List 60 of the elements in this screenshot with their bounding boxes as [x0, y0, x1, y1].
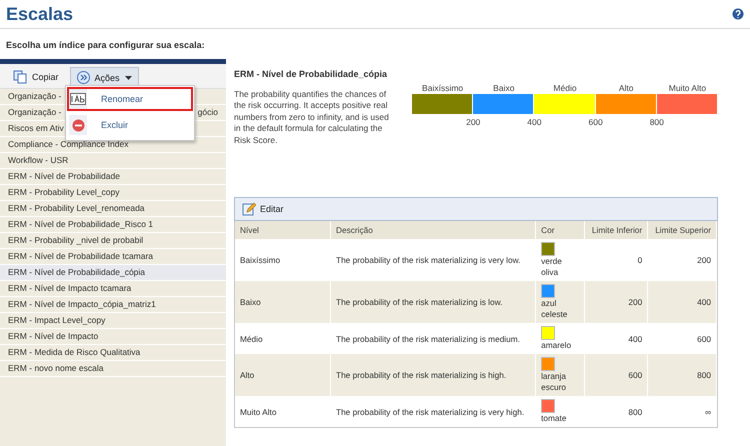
double-chevron-icon [76, 71, 90, 84]
help-icon[interactable] [732, 8, 744, 20]
page-subtitle: Escolha um índice para configurar sua escala: [5, 39, 206, 52]
scale-list-item[interactable]: ERM - Probability Level_renomeada [0, 201, 226, 217]
scale-list-item[interactable]: ERM - Probability _nivel de probabil [0, 233, 226, 249]
table-cell: 600 [584, 354, 648, 396]
scale-list-item[interactable]: ERM - Nível de Impacto tcamara [0, 281, 226, 297]
table-cell: ∞ [648, 396, 716, 427]
scale-level-label: Médio [552, 83, 578, 93]
scale-description: The probability quantifies the chances of the risk occurring. It accepts positive real numbers from zero to infinity, and is used in the default formula for calculating the Risk Score. [234, 88, 390, 146]
table-cell: 400 [648, 281, 716, 323]
scale-list-item[interactable]: ERM - novo nome escala [0, 361, 226, 377]
scale-level-label: Muito Alto [668, 83, 708, 93]
edit-button[interactable]: Editar [240, 202, 286, 216]
table-cell: The probability of the risk materializing is high. [330, 354, 536, 396]
scale-level-label: Baixo [492, 83, 516, 93]
column-header: Limite Inferior [584, 221, 648, 239]
copy-button[interactable]: Copiar [6, 67, 66, 87]
table-cell: 800 [648, 354, 716, 396]
color-name: laranja escuro [541, 371, 568, 393]
actions-button[interactable]: Ações [70, 67, 139, 87]
table-cell: Alto [235, 354, 330, 396]
scale-list-item[interactable]: ERM - Nível de Probabilidade [0, 169, 226, 185]
menu-item[interactable]: Renomear [67, 87, 193, 111]
scale-tick-label: 400 [527, 117, 542, 127]
scale-list-item[interactable]: ERM - Probability Level_copy [0, 185, 226, 201]
table-cell: Baixo [235, 281, 330, 323]
scale-title: ERM - Nível de Probabilidade_cópia [234, 69, 388, 80]
column-header: Descrição [330, 221, 536, 239]
page-title: Escalas [6, 4, 74, 24]
scale-tick-label: 800 [650, 117, 664, 127]
table-cell: 200 [584, 281, 648, 323]
column-header: Cor [536, 221, 585, 239]
scale-list-item[interactable]: Workflow - USR [0, 153, 226, 169]
scale-level-label: Baixíssimo [421, 83, 464, 93]
column-header: Limite Superior [648, 221, 716, 239]
color-name: tomate [541, 413, 568, 424]
scale-list-item[interactable]: ERM - Medida de Risco Qualitativa [0, 345, 226, 361]
scale-list-item[interactable]: ERM - Impact Level_copy [0, 313, 226, 329]
scale-list-item[interactable]: ERM - Nível de Impacto_cópia_matriz1 [0, 297, 226, 313]
color-name: azul celeste [541, 298, 568, 320]
scale-list-item[interactable]: ERM - Nível de Impacto [0, 329, 226, 345]
delete-icon [72, 118, 84, 132]
table-cell: 800 [584, 396, 648, 427]
column-header: Nível [235, 221, 330, 239]
scale-level-label: Alto [618, 83, 635, 93]
edit-icon [242, 202, 256, 216]
scale-tick-label: 600 [588, 117, 603, 127]
scale-list-item[interactable]: ERM - Nível de Probabilidade_cópia [0, 265, 226, 281]
color-name: verde oliva [541, 256, 563, 278]
scale-list-item[interactable]: ERM - Nível de Probabilidade_Risco 1 [0, 217, 226, 233]
table-cell: The probability of the risk materializing is low. [330, 281, 536, 323]
table-cell: Muito Alto [235, 396, 330, 427]
copy-icon [13, 70, 27, 84]
table-cell: The probability of the risk materializing is very high. [330, 396, 536, 427]
scale-tick-label: 200 [466, 117, 480, 127]
menu-item[interactable]: Excluir [67, 113, 193, 137]
caret-icon [124, 76, 132, 80]
text-field-icon [70, 93, 86, 105]
color-name: amarelo [541, 340, 572, 351]
